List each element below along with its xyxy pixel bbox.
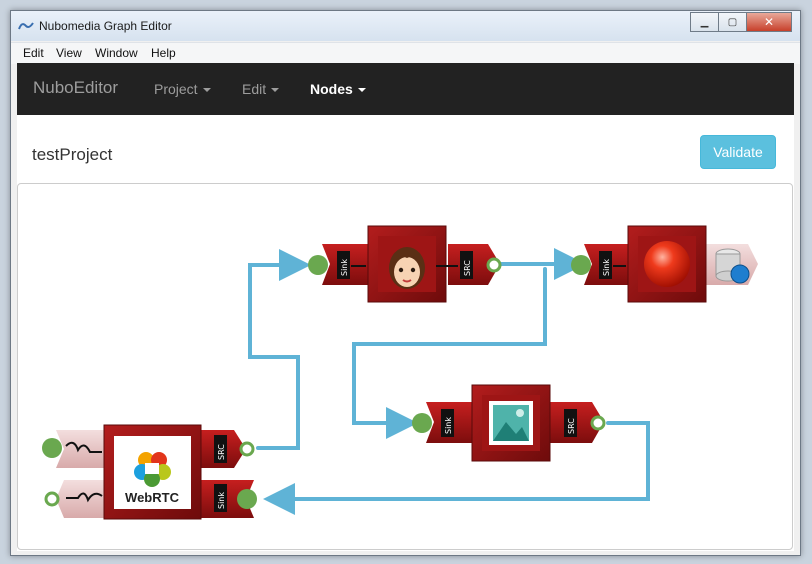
app-icon [18,22,34,30]
pad-sink-label: Sink [444,417,453,434]
nav-nodes-label: Nodes [310,81,353,97]
webrtc-label: WebRTC [125,490,180,505]
nav-project[interactable]: Project [154,81,211,97]
port-out[interactable] [486,257,502,273]
brand[interactable]: NuboEditor [33,78,118,98]
menu-view[interactable]: View [56,46,82,60]
caret-down-icon [271,88,280,93]
main-content: testProject Validate Sink SRC Sink Sink … [17,115,794,551]
face-icon [389,247,425,289]
links [248,248,650,515]
window-controls: ▁ ▢ ✕ [690,12,792,32]
nav-nodes[interactable]: Nodes [310,81,366,97]
pad-src-label: SRC [217,444,226,460]
title-bar: Nubomedia Graph Editor ▁ ▢ ✕ [11,11,800,41]
port-in[interactable] [237,489,257,509]
maximize-button[interactable]: ▢ [718,12,747,32]
link-webrtc-to-face [248,249,311,450]
close-button[interactable]: ✕ [746,12,792,32]
menu-window[interactable]: Window [95,46,138,60]
port-in[interactable] [412,413,432,433]
caret-down-icon [357,88,366,93]
node-image-overlay[interactable]: Sink SRC [412,384,606,462]
port-in[interactable] [308,255,328,275]
pad-sink-label: Sink [217,492,226,509]
pad-src-label: SRC [463,260,472,276]
menu-edit[interactable]: Edit [23,46,44,60]
project-title: testProject [32,145,113,164]
node-webrtc[interactable]: SRC Sink WebRTC [42,424,257,520]
app-window: Nubomedia Graph Editor ▁ ▢ ✕ Edit View W… [10,10,801,556]
node-face-filter[interactable]: Sink SRC [308,225,502,303]
port-out[interactable] [590,415,606,431]
node-recorder[interactable]: Sink [571,225,758,303]
port-in[interactable] [42,438,62,458]
port-out[interactable] [239,441,255,457]
nav-edit[interactable]: Edit [242,81,280,97]
minimize-button[interactable]: ▁ [690,12,719,32]
menu-bar: Edit View Window Help [11,42,800,64]
nav-project-label: Project [154,81,198,97]
pad-src-label: SRC [567,418,576,434]
record-icon [644,241,690,287]
port-out[interactable] [44,491,60,507]
graph-canvas[interactable]: Sink SRC Sink Sink SRC SRC Sink WebRTC [17,183,793,550]
pad-sink-label: Sink [602,259,611,276]
window-title: Nubomedia Graph Editor [39,19,172,33]
menu-help[interactable]: Help [151,46,176,60]
validate-button[interactable]: Validate [700,135,776,169]
pad-sink-label: Sink [340,259,349,276]
top-navbar: NuboEditor Project Edit Nodes [17,63,794,115]
nav-edit-label: Edit [242,81,267,97]
caret-down-icon [202,88,211,93]
port-in[interactable] [571,255,591,275]
image-icon [489,401,533,445]
